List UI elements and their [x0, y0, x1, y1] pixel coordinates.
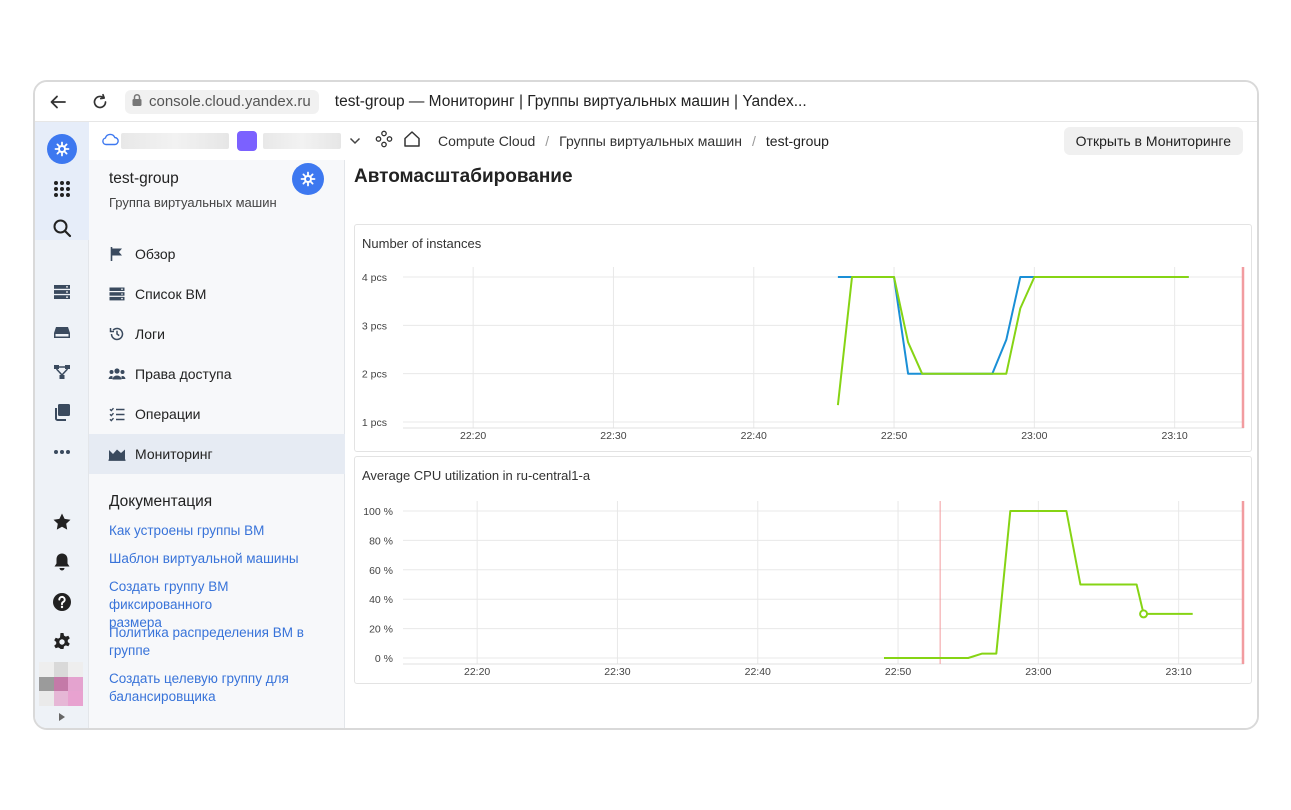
breadcrumb-compute-cloud[interactable]: Compute Cloud: [438, 133, 535, 149]
sidebar-item-label: Список ВМ: [135, 286, 207, 302]
doc-link-allocation-policy[interactable]: Политика распределения ВМ в группе: [109, 624, 309, 660]
expand-rail-icon[interactable]: [35, 705, 89, 728]
x-tick-label: 22:50: [885, 666, 911, 678]
left-rail: [35, 122, 89, 728]
y-tick-label: 60 %: [369, 565, 393, 577]
disk-icon[interactable]: [35, 317, 89, 347]
sidebar-item-vm-list[interactable]: Список ВМ: [89, 274, 345, 314]
browser-toolbar: console.cloud.yandex.ru test-group — Мон…: [35, 82, 1257, 122]
cloud-logo-icon[interactable]: [35, 134, 89, 164]
y-tick-label: 100 %: [363, 506, 393, 518]
y-tick-label: 1 pcs: [362, 417, 387, 429]
docs-heading: Документация: [109, 493, 213, 510]
open-in-monitoring-button[interactable]: Открыть в Мониторинге: [1063, 127, 1243, 155]
persons-icon: [107, 364, 127, 384]
browser-window: console.cloud.yandex.ru test-group — Мон…: [33, 80, 1259, 730]
series-line-1: [836, 276, 1189, 406]
x-tick-label: 23:00: [1025, 666, 1051, 678]
doc-link-vm-groups[interactable]: Как устроены группы ВМ: [109, 522, 319, 540]
flag-icon: [107, 244, 127, 264]
bell-icon[interactable]: [35, 547, 89, 577]
lock-icon: [131, 93, 143, 111]
breadcrumb-current: test-group: [765, 133, 829, 149]
folder-color-badge: [237, 131, 257, 151]
y-tick-label: 80 %: [369, 535, 393, 547]
instances-chart[interactable]: 1 pcs 2 pcs 3 pcs 4 pcs 22:20 22:30 22:40 22:50…: [355, 225, 1253, 453]
y-tick-label: 0 %: [375, 653, 393, 665]
cpu-chart-panel: Average CPU utilization in ru-central1-a…: [354, 456, 1252, 684]
sidebar-item-monitoring[interactable]: Мониторинг: [89, 434, 345, 474]
x-tick-label: 22:40: [741, 430, 767, 442]
top-navigation: Compute Cloud / Группы виртуальных машин…: [89, 122, 1257, 160]
doc-link-vm-template[interactable]: Шаблон виртуальной машины: [109, 550, 319, 568]
hover-point: [1139, 609, 1149, 619]
sidebar-item-label: Права доступа: [135, 366, 232, 382]
resource-title: test-group: [109, 170, 179, 187]
server-list-icon: [107, 284, 127, 304]
history-icon: [107, 324, 127, 344]
home-icon[interactable]: [403, 130, 421, 153]
chevron-down-icon[interactable]: [349, 132, 361, 150]
address-bar[interactable]: console.cloud.yandex.ru: [125, 89, 319, 114]
sidebar-item-overview[interactable]: Обзор: [89, 234, 345, 274]
x-tick-label: 22:50: [881, 430, 907, 442]
avatar[interactable]: [39, 662, 83, 706]
service-sidebar: test-group Группа виртуальных машин Обзо…: [89, 160, 345, 728]
cpu-chart[interactable]: 0 % 20 % 40 % 60 % 80 % 100 % 22:20 22:30 22:40 2…: [355, 457, 1253, 685]
resource-type: Группа виртуальных машин: [109, 195, 277, 210]
folder-selector-blurred[interactable]: [263, 133, 341, 149]
sidebar-item-operations[interactable]: Операции: [89, 394, 345, 434]
compute-service-icon[interactable]: [292, 163, 324, 195]
reload-icon[interactable]: [89, 91, 111, 113]
instances-chart-panel: Number of instances 1 pcs 2 pcs 3 pcs 4 pcs…: [354, 224, 1252, 452]
services-grid-icon[interactable]: [35, 174, 89, 204]
doc-link-target-group[interactable]: Создать целевую группу для балансировщик…: [109, 670, 299, 706]
back-arrow-icon[interactable]: [47, 91, 69, 113]
page-tab-title: test-group — Мониторинг | Группы виртуал…: [334, 92, 807, 110]
sidebar-item-logs[interactable]: Логи: [89, 314, 345, 354]
sidebar-item-access[interactable]: Права доступа: [89, 354, 345, 394]
y-tick-label: 2 pcs: [362, 369, 387, 381]
x-tick-label: 22:30: [600, 430, 626, 442]
compute-cloud-icon[interactable]: [375, 130, 393, 153]
y-tick-label: 20 %: [369, 624, 393, 636]
x-tick-label: 23:00: [1021, 430, 1047, 442]
x-tick-label: 22:40: [745, 666, 771, 678]
y-tick-label: 40 %: [369, 594, 393, 606]
servers-icon[interactable]: [35, 277, 89, 307]
star-icon[interactable]: [35, 507, 89, 537]
sidebar-item-label: Логи: [135, 326, 165, 342]
y-tick-label: 4 pcs: [362, 272, 387, 284]
sidebar-item-label: Обзор: [135, 246, 176, 262]
sidebar-item-label: Операции: [135, 406, 201, 422]
network-icon[interactable]: [35, 357, 89, 387]
x-tick-label: 23:10: [1166, 666, 1192, 678]
y-tick-label: 3 pcs: [362, 320, 387, 332]
search-icon[interactable]: [35, 213, 89, 243]
x-tick-label: 22:30: [604, 666, 630, 678]
main-content: Автомасштабирование Number of instances …: [346, 160, 1257, 728]
url-text: console.cloud.yandex.ru: [149, 93, 311, 110]
cloud-outline-icon[interactable]: [101, 132, 119, 151]
x-tick-label: 22:20: [460, 430, 486, 442]
cloud-selector-blurred[interactable]: [121, 133, 229, 149]
more-icon[interactable]: [35, 437, 89, 467]
breadcrumb-vm-groups[interactable]: Группы виртуальных машин: [559, 133, 742, 149]
checklist-icon: [107, 404, 127, 424]
settings-gear-icon[interactable]: [35, 627, 89, 657]
page-title: Автомасштабирование: [354, 166, 573, 187]
copies-icon[interactable]: [35, 397, 89, 427]
help-icon[interactable]: [35, 587, 89, 617]
x-tick-label: 22:20: [464, 666, 490, 678]
sidebar-item-label: Мониторинг: [135, 446, 213, 462]
chart-area-icon: [107, 444, 127, 464]
x-tick-label: 23:10: [1162, 430, 1188, 442]
